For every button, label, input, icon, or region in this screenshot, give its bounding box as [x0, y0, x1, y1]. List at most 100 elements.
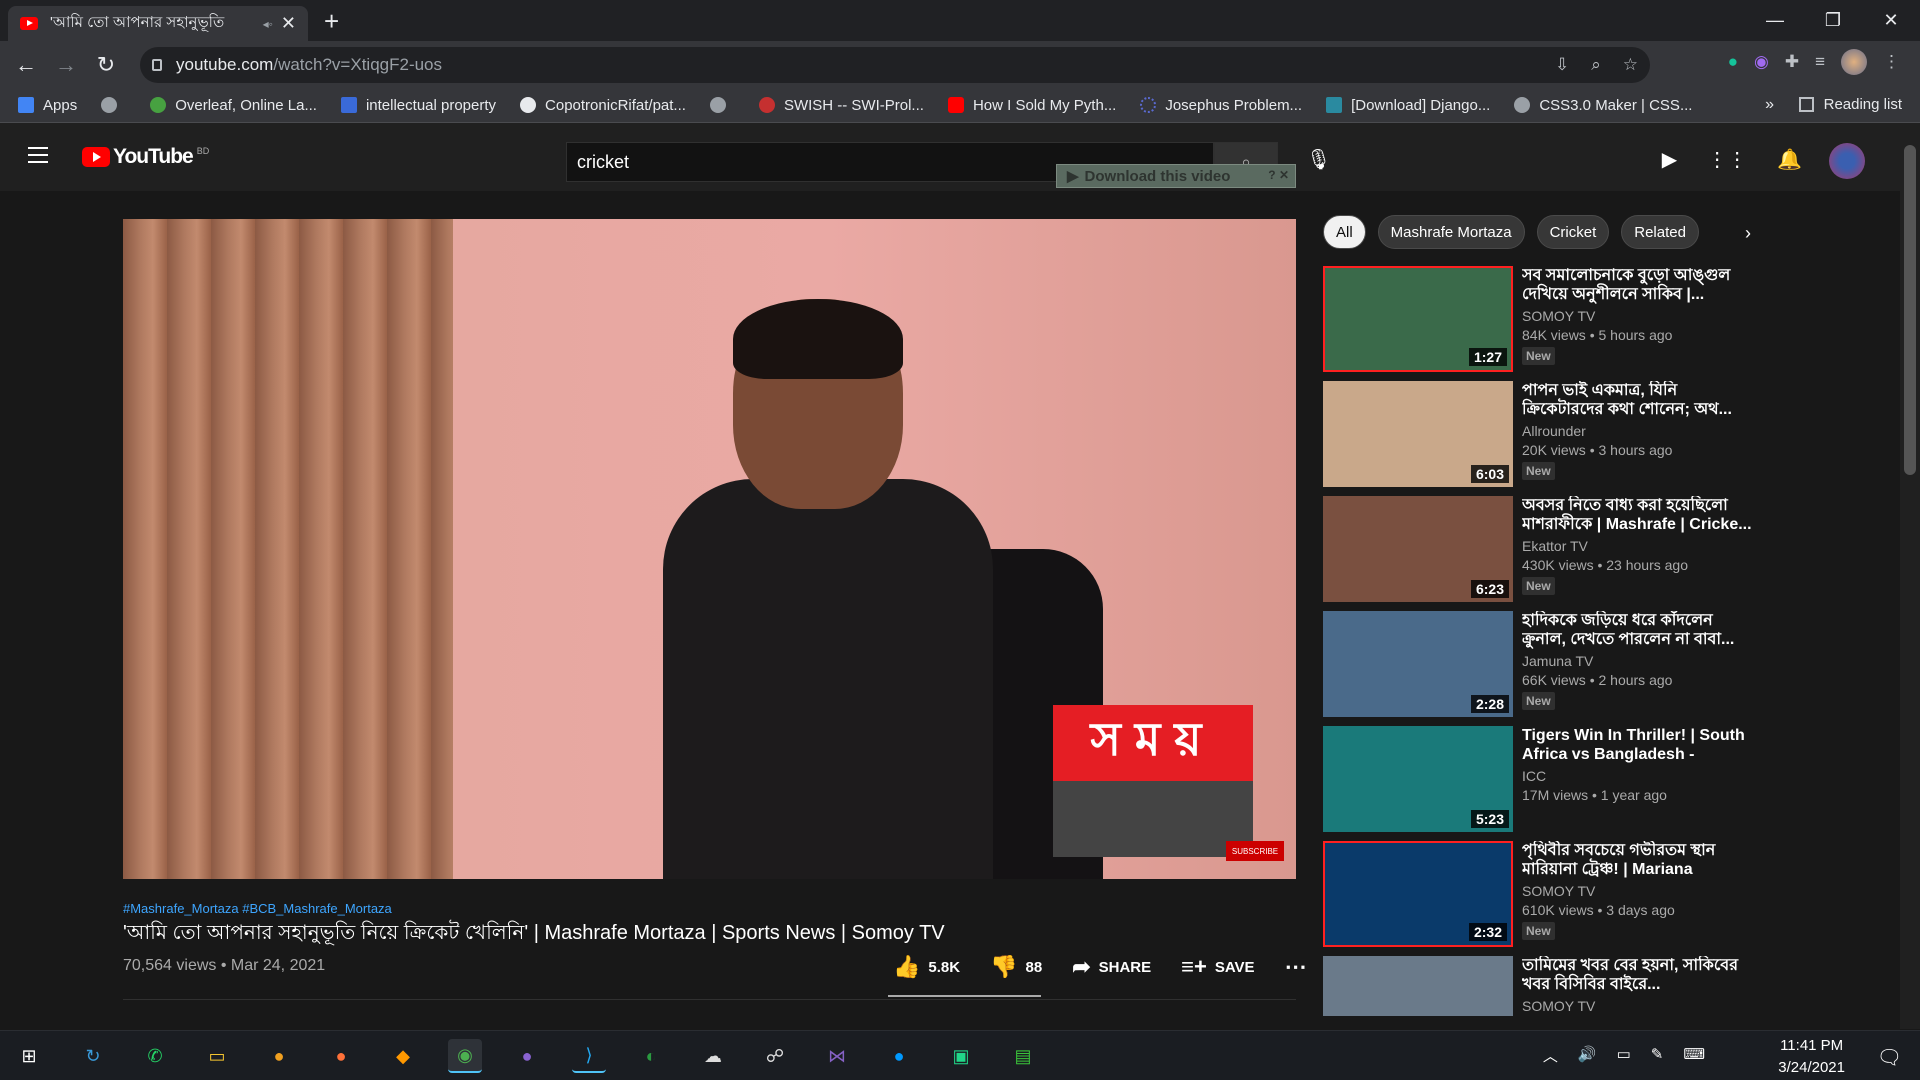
- recommendation-item[interactable]: 5:23 Tigers Win In Thriller! | South Afr…: [1323, 726, 1753, 841]
- recommendation-thumbnail[interactable]: 5:23: [1323, 726, 1513, 832]
- close-tab-icon[interactable]: ✕: [281, 13, 296, 34]
- app-icon[interactable]: ☁: [696, 1039, 730, 1073]
- messenger-icon[interactable]: ●: [882, 1039, 916, 1073]
- install-icon[interactable]: ⇩: [1555, 55, 1569, 75]
- video-player[interactable]: সময় SUBSCRIBE: [123, 219, 1296, 879]
- grammarly-icon[interactable]: ●: [1728, 52, 1738, 72]
- bookmark-josephus[interactable]: Josephus Problem...: [1140, 97, 1302, 114]
- world-map-overlay: [1053, 781, 1253, 857]
- recommendation-item[interactable]: তামিমের খবর বের হয়না, সাকিবের খবর বিসিব…: [1323, 956, 1753, 1016]
- keyboard-icon[interactable]: ⌨: [1683, 1045, 1705, 1066]
- chip-related[interactable]: Related: [1621, 215, 1699, 249]
- volume-icon[interactable]: 🔊: [1578, 1045, 1597, 1066]
- reload-button[interactable]: ↻: [86, 52, 126, 78]
- recommendations-list: 1:27 সব সমালোচনাকে বুড়ো আঙ্গুল দেখিয়ে …: [1323, 266, 1753, 1016]
- recommendation-thumbnail[interactable]: [1323, 956, 1513, 1016]
- create-video-icon[interactable]: ▶︎: [1662, 147, 1677, 172]
- bookmark-globe-2[interactable]: [709, 97, 735, 113]
- chip-mashrafe[interactable]: Mashrafe Mortaza: [1377, 215, 1525, 249]
- visual-studio-icon[interactable]: ⋈: [820, 1039, 854, 1073]
- clock[interactable]: 11:41 PM 3/24/2021: [1778, 1035, 1845, 1079]
- whatsapp-icon[interactable]: ✆: [138, 1039, 172, 1073]
- menu-dots-icon[interactable]: ⋮: [1883, 52, 1900, 72]
- recommendation-thumbnail[interactable]: 2:28: [1323, 611, 1513, 717]
- active-tab[interactable]: 'আমি তো আপনার সহানুভূতি ◂◦ ✕: [8, 6, 308, 41]
- media-icon[interactable]: ≡: [1815, 52, 1825, 72]
- share-button[interactable]: ➦ SHARE: [1072, 954, 1151, 980]
- more-bookmarks-button[interactable]: »: [1765, 96, 1774, 114]
- app-icon[interactable]: ▤: [1006, 1039, 1040, 1073]
- forward-button[interactable]: →: [46, 52, 86, 78]
- restore-button[interactable]: ❐: [1804, 0, 1862, 40]
- recommendation-thumbnail[interactable]: 1:27: [1323, 266, 1513, 372]
- like-button[interactable]: 👍 5.8K: [893, 954, 960, 980]
- new-tab-button[interactable]: +: [324, 6, 339, 37]
- bookmark-ip[interactable]: intellectual property: [340, 97, 496, 114]
- mic-icon[interactable]: 🎙: [1306, 147, 1331, 172]
- profile-avatar[interactable]: [1841, 49, 1867, 75]
- chrome-icon[interactable]: ◉: [448, 1039, 482, 1073]
- app-icon[interactable]: ●: [262, 1039, 296, 1073]
- network-icon[interactable]: ▭: [1617, 1045, 1631, 1066]
- minimize-button[interactable]: —: [1746, 0, 1804, 40]
- back-button[interactable]: ←: [6, 52, 46, 78]
- bookmark-overleaf[interactable]: Overleaf, Online La...: [150, 97, 317, 114]
- lock-icon: [152, 59, 162, 71]
- app-icon[interactable]: ◐: [634, 1039, 668, 1073]
- menu-icon[interactable]: [28, 147, 48, 163]
- refresh-app-icon[interactable]: ↻: [76, 1039, 110, 1073]
- subscribe-overlay[interactable]: SUBSCRIBE: [1226, 841, 1284, 861]
- youtube-logo[interactable]: YouTube BD: [82, 145, 209, 169]
- bookmark-css[interactable]: CSS3.0 Maker | CSS...: [1514, 97, 1692, 114]
- sublime-icon[interactable]: ◆: [386, 1039, 420, 1073]
- vscode-icon[interactable]: ⟩: [572, 1039, 606, 1073]
- firefox-icon[interactable]: ●: [324, 1039, 358, 1073]
- recommendation-item[interactable]: 6:23 অবসর নিতে বাধ্য করা হয়েছিলো মাশরাফ…: [1323, 496, 1753, 611]
- chevron-up-icon[interactable]: ︿: [1543, 1045, 1558, 1066]
- save-button[interactable]: ≡+ SAVE: [1181, 954, 1254, 980]
- download-video-overlay[interactable]: ▶ Download this video? ✕: [1056, 164, 1296, 188]
- extension-icon[interactable]: ◉: [1754, 52, 1769, 72]
- more-actions-button[interactable]: ⋯: [1285, 954, 1307, 980]
- audio-icon[interactable]: ◂◦: [263, 17, 273, 31]
- recommendation-item[interactable]: 2:32 পৃথিবীর সবচেয়ে গভীরতম স্থান মারিয়…: [1323, 841, 1753, 956]
- recommendation-thumbnail[interactable]: 6:23: [1323, 496, 1513, 602]
- dislike-button[interactable]: 👎 88: [990, 954, 1042, 980]
- puzzle-icon[interactable]: ✚: [1785, 52, 1799, 72]
- github-desktop-icon[interactable]: ●: [510, 1039, 544, 1073]
- notifications-bell-icon[interactable]: 🔔: [1777, 147, 1802, 172]
- apps-grid-icon[interactable]: ⋮⋮: [1707, 147, 1747, 172]
- recommendation-thumbnail[interactable]: 6:03: [1323, 381, 1513, 487]
- chip-cricket[interactable]: Cricket: [1536, 215, 1610, 249]
- windows-taskbar: ⊞ ↻ ✆ ▭ ● ● ◆ ◉ ● ⟩ ◐ ☁ ☍ ⋈ ● ▣ ▤ ︿ 🔊 ▭ …: [0, 1030, 1920, 1080]
- bookmark-apps[interactable]: Apps: [18, 97, 77, 114]
- notifications-icon[interactable]: 🗨: [1877, 1045, 1902, 1070]
- chevron-right-icon[interactable]: ›: [1745, 223, 1751, 244]
- app-icon[interactable]: ☍: [758, 1039, 792, 1073]
- chip-all[interactable]: All: [1323, 215, 1366, 249]
- page-scrollbar[interactable]: [1900, 129, 1920, 1029]
- recommendation-thumbnail[interactable]: 2:32: [1323, 841, 1513, 947]
- browser-toolbar: ← → ↻ youtube.com/watch?v=XtiqgF2-uos ⇩ …: [0, 41, 1920, 88]
- recommendation-item[interactable]: 2:28 হাদিককে জড়িয়ে ধরে কাঁদলেন ক্রুনাল…: [1323, 611, 1753, 726]
- close-window-button[interactable]: ✕: [1862, 0, 1920, 40]
- user-avatar[interactable]: [1829, 143, 1865, 179]
- bookmark-globe[interactable]: [101, 97, 126, 113]
- video-hashtags[interactable]: #Mashrafe_Mortaza #BCB_Mashrafe_Mortaza: [123, 901, 392, 916]
- windows-start-icon[interactable]: ⊞: [12, 1039, 46, 1073]
- reading-list-button[interactable]: Reading list: [1798, 96, 1902, 113]
- recommendation-item[interactable]: 6:03 পাপন ভাই একমাত্র, যিনি ক্রিকেটারদের…: [1323, 381, 1753, 496]
- file-explorer-icon[interactable]: ▭: [200, 1039, 234, 1073]
- bookmark-django[interactable]: [Download] Django...: [1326, 97, 1490, 114]
- bookmark-youtube[interactable]: How I Sold My Pyth...: [947, 97, 1116, 114]
- zoom-icon[interactable]: ⌕: [1591, 55, 1601, 75]
- bookmark-star-icon[interactable]: ☆: [1623, 55, 1638, 75]
- address-bar[interactable]: youtube.com/watch?v=XtiqgF2-uos ⇩ ⌕ ☆: [140, 47, 1650, 83]
- pycharm-icon[interactable]: ▣: [944, 1039, 978, 1073]
- scrollbar-thumb[interactable]: [1904, 145, 1916, 475]
- pen-icon[interactable]: ✎: [1651, 1045, 1664, 1066]
- recommendation-item[interactable]: 1:27 সব সমালোচনাকে বুড়ো আঙ্গুল দেখিয়ে …: [1323, 266, 1753, 381]
- bookmark-swish[interactable]: SWISH -- SWI-Prol...: [758, 97, 924, 114]
- window-controls: — ❐ ✕: [1746, 0, 1920, 40]
- bookmark-github[interactable]: CopotronicRifat/pat...: [520, 97, 686, 114]
